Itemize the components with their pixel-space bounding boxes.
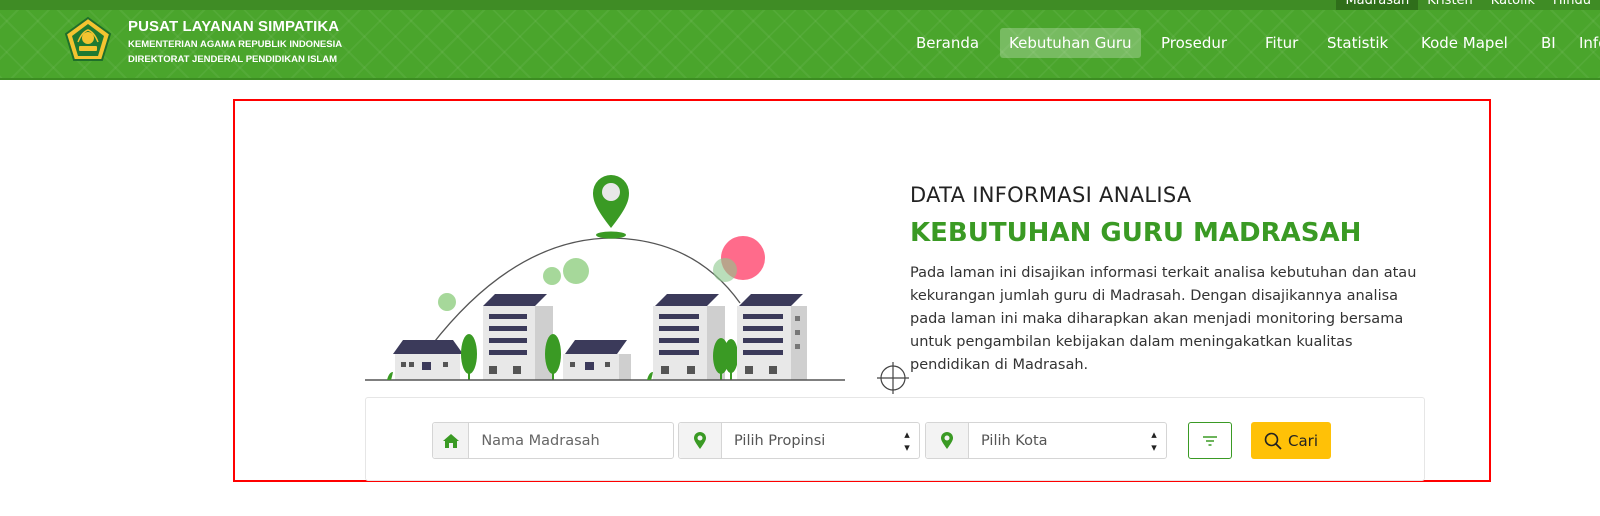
province-select[interactable]: Pilih Propinsi ▴ ▾ [678, 422, 920, 459]
nav-kode-mapel[interactable]: Kode Mapel [1412, 28, 1517, 58]
city-illustration [365, 175, 845, 381]
main-nav: Beranda Kebutuhan Guru Prosedur Fitur St… [0, 28, 1600, 58]
map-pin-icon [926, 423, 969, 458]
top-strip: Madrasah Kristen Katolik Hindu [0, 0, 1600, 10]
search-panel: Pilih Propinsi ▴▾ Pilih Kota ▴▾ Cari [365, 397, 1425, 481]
nav-statistik[interactable]: Statistik [1318, 28, 1397, 58]
hero-pretitle: DATA INFORMASI ANALISA [910, 183, 1192, 207]
search-button[interactable]: Cari [1251, 422, 1331, 459]
home-icon [433, 423, 470, 458]
map-pin-icon [679, 423, 722, 458]
city-select[interactable]: Pilih Kota ▴ ▾ [925, 422, 1167, 459]
nav-bi[interactable]: BI [1532, 28, 1565, 58]
filter-button[interactable] [1188, 422, 1232, 459]
hero-title: KEBUTUHAN GURU MADRASAH [910, 218, 1362, 248]
nav-info[interactable]: Info [1570, 28, 1600, 58]
nav-prosedur[interactable]: Prosedur [1152, 28, 1236, 58]
madrasah-name-input[interactable] [469, 423, 673, 458]
tab-katolik[interactable]: Katolik [1482, 0, 1544, 10]
site-header: PUSAT LAYANAN SIMPATIKA KEMENTERIAN AGAM… [0, 10, 1600, 80]
city-select-value: Pilih Kota [981, 432, 1048, 449]
select-caret-icon: ▴ ▾ [904, 427, 910, 454]
select-caret-icon: ▴ ▾ [1151, 427, 1157, 454]
crosshair-cursor-icon [877, 362, 909, 394]
madrasah-name-field[interactable] [432, 422, 674, 459]
nav-fitur[interactable]: Fitur [1256, 28, 1307, 58]
hero-description: Pada laman ini disajikan informasi terka… [910, 265, 1417, 373]
search-button-label: Cari [1288, 431, 1318, 450]
tab-madrasah[interactable]: Madrasah [1336, 0, 1419, 10]
tab-hindu[interactable]: Hindu [1544, 0, 1600, 10]
nav-kebutuhan-guru[interactable]: Kebutuhan Guru [1000, 28, 1141, 58]
nav-beranda[interactable]: Beranda [907, 28, 988, 58]
province-select-value: Pilih Propinsi [734, 432, 826, 449]
filter-icon [1203, 435, 1217, 446]
search-icon [1264, 432, 1282, 450]
map-pin-icon [593, 175, 629, 239]
religion-tabs: Madrasah Kristen Katolik Hindu [1336, 0, 1600, 10]
tab-kristen[interactable]: Kristen [1418, 0, 1482, 10]
